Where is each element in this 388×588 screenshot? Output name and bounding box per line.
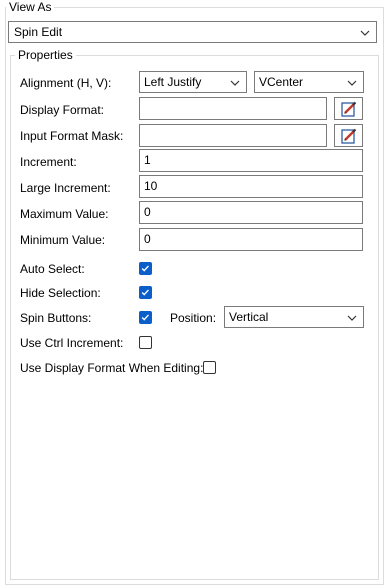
use-ctrl-increment-label: Use Ctrl Increment: xyxy=(20,336,124,350)
alignment-label: Alignment (H, V): xyxy=(20,76,112,90)
display-format-input[interactable] xyxy=(139,97,327,120)
spin-buttons-label: Spin Buttons: xyxy=(20,311,92,325)
checkmark-icon xyxy=(141,289,149,296)
maximum-value-label: Maximum Value: xyxy=(20,207,109,221)
position-combo[interactable]: Vertical xyxy=(224,306,364,328)
use-ctrl-increment-checkbox[interactable] xyxy=(139,336,152,349)
large-increment-value: 10 xyxy=(144,179,158,193)
checkmark-icon xyxy=(141,314,149,321)
hide-selection-label: Hide Selection: xyxy=(20,286,101,300)
input-format-mask-input[interactable] xyxy=(139,124,327,147)
auto-select-label: Auto Select: xyxy=(20,262,85,276)
alignment-vertical-combo[interactable]: VCenter xyxy=(254,71,364,93)
large-increment-input[interactable]: 10 xyxy=(139,175,363,198)
display-format-label: Display Format: xyxy=(20,103,105,117)
increment-input[interactable]: 1 xyxy=(139,149,363,172)
auto-select-checkbox[interactable] xyxy=(139,262,152,275)
chevron-down-icon xyxy=(230,80,240,86)
alignment-horizontal-combo[interactable]: Left Justify xyxy=(139,71,247,93)
input-format-mask-edit-button[interactable] xyxy=(334,124,363,147)
hide-selection-checkbox[interactable] xyxy=(139,286,152,299)
view-as-value: Spin Edit xyxy=(14,25,63,39)
checkmark-icon xyxy=(141,265,149,272)
properties-legend: Properties xyxy=(15,48,76,62)
spin-buttons-checkbox[interactable] xyxy=(139,311,152,324)
chevron-down-icon xyxy=(347,315,357,321)
position-label: Position: xyxy=(170,311,217,325)
large-increment-label: Large Increment: xyxy=(20,181,111,195)
minimum-value-label: Minimum Value: xyxy=(20,233,106,247)
chevron-down-icon xyxy=(347,80,357,86)
use-display-format-when-editing-label: Use Display Format When Editing: xyxy=(20,361,204,375)
increment-label: Increment: xyxy=(20,155,77,169)
view-as-combo[interactable]: Spin Edit xyxy=(8,21,377,43)
minimum-value-input[interactable]: 0 xyxy=(139,228,363,251)
input-format-mask-label: Input Format Mask: xyxy=(20,129,124,143)
maximum-value-input[interactable]: 0 xyxy=(139,201,363,224)
position-value: Vertical xyxy=(229,310,269,324)
use-display-format-when-editing-checkbox[interactable] xyxy=(203,361,216,374)
alignment-vertical-value: VCenter xyxy=(259,75,304,89)
increment-value: 1 xyxy=(144,153,151,167)
chevron-down-icon xyxy=(360,30,370,36)
display-format-edit-button[interactable] xyxy=(334,97,363,120)
alignment-horizontal-value: Left Justify xyxy=(144,75,202,89)
maximum-value-value: 0 xyxy=(144,205,151,219)
minimum-value-value: 0 xyxy=(144,232,151,246)
pencil-edit-icon xyxy=(341,101,357,117)
pencil-edit-icon xyxy=(341,128,357,144)
view-as-legend: View As xyxy=(6,0,55,14)
